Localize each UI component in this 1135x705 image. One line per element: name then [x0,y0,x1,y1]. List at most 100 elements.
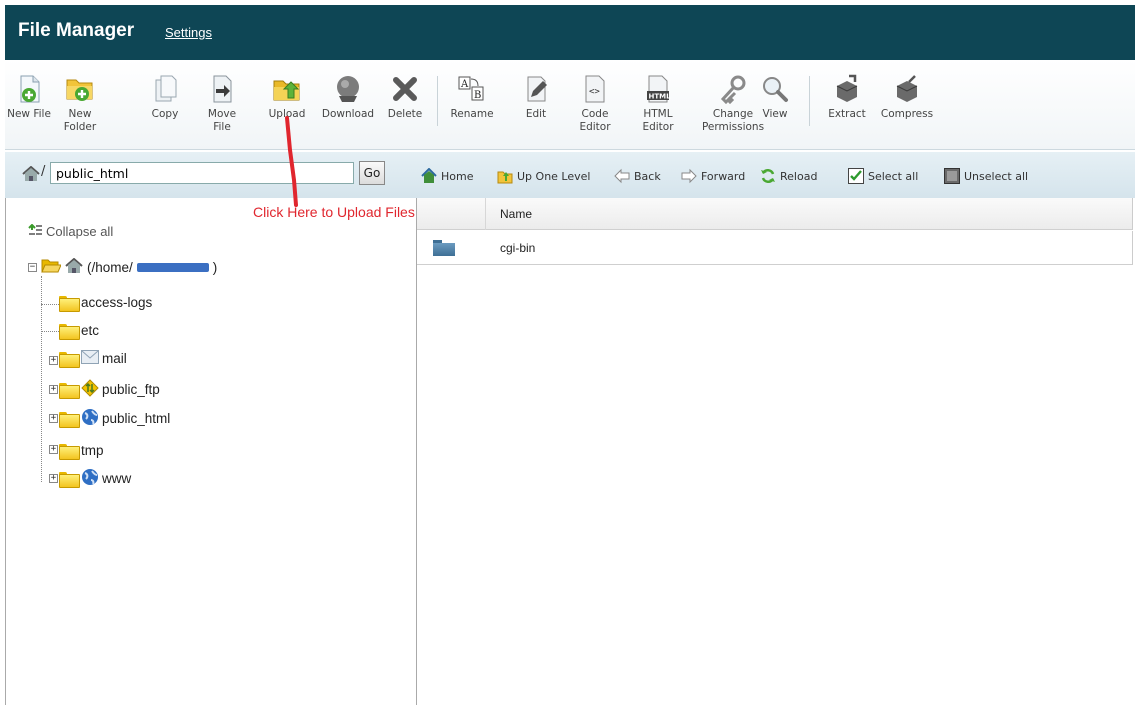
tree-item-www[interactable]: www [59,468,131,489]
open-folder-icon [41,258,62,277]
tree-connector [41,276,42,482]
forward-arrow-icon [681,168,697,184]
toolbar-separator [809,76,810,126]
file-list-header: Name [417,198,1133,230]
magnifier-icon [760,74,790,104]
edit-button[interactable]: Edit [518,74,554,121]
toolbar-separator [437,76,438,126]
folder-icon [59,295,80,312]
path-prefix: / [41,164,46,179]
svg-text:<>: <> [589,87,600,97]
download-icon [333,74,363,104]
folder-icon [59,382,80,399]
new-folder-button[interactable]: New Folder [58,74,102,134]
app-title: File Manager [18,20,135,41]
navigation-bar: Home Up One Level Back Forward Reload Se… [417,152,1135,198]
download-button[interactable]: Download [315,74,381,121]
rename-icon: AB [457,74,487,104]
toolbar: New File New Folder Copy Move File Uploa… [5,60,1135,150]
copy-button[interactable]: Copy [145,74,185,121]
ftp-icon [81,379,99,400]
redacted-username [136,263,209,272]
svg-text:A: A [460,79,469,90]
collapse-all-button[interactable]: Collapse all [28,223,113,239]
select-all-button[interactable]: Select all [848,168,918,184]
go-button[interactable]: Go [359,161,385,185]
root-path-prefix: (/home/ [87,260,133,275]
mail-icon [81,350,99,367]
new-file-icon [14,74,44,104]
delete-icon [390,74,420,104]
folder-icon [59,411,80,428]
html-editor-button[interactable]: HTML HTML Editor [635,74,681,134]
path-bar: / Go [5,152,417,198]
reload-icon [760,168,776,184]
tree-root[interactable]: (/home/) [41,257,218,277]
tree-connector [41,304,59,305]
up-one-level-button[interactable]: Up One Level [497,168,590,184]
home-button[interactable]: Home [421,167,473,184]
upload-button[interactable]: Upload [264,74,310,121]
key-icon [718,74,748,105]
move-file-button[interactable]: Move File [202,74,242,134]
unselect-all-button[interactable]: Unselect all [944,168,1028,184]
expand-toggle[interactable]: + [49,445,58,454]
name-column-header[interactable]: Name [500,207,532,221]
tree-item-etc[interactable]: etc [59,323,99,340]
home-icon [64,257,84,277]
checkbox-checked-icon [848,168,864,184]
tree-item-public-ftp[interactable]: public_ftp [59,379,160,400]
compress-button[interactable]: Compress [877,74,937,121]
up-folder-icon [497,168,513,184]
extract-button[interactable]: Extract [822,74,872,121]
forward-button[interactable]: Forward [681,168,745,184]
new-folder-icon [65,74,95,104]
tree-connector [41,331,59,332]
tree-item-tmp[interactable]: tmp [59,443,104,460]
directory-tree-panel: Collapse all − (/home/) access-logs etc … [5,198,417,705]
svg-text:HTML: HTML [649,93,672,101]
delete-button[interactable]: Delete [383,74,427,121]
view-button[interactable]: View [757,74,793,121]
tree-item-access-logs[interactable]: access-logs [59,295,152,312]
file-row[interactable]: cgi-bin [417,231,1133,265]
collapse-toggle[interactable]: − [28,263,37,272]
extract-icon [832,74,862,104]
globe-icon [81,408,99,429]
move-file-icon [207,74,237,104]
copy-icon [150,74,180,104]
tree-item-mail[interactable]: mail [59,350,127,368]
expand-toggle[interactable]: + [49,356,58,365]
file-name: cgi-bin [500,241,536,255]
folder-icon [59,323,80,340]
checkbox-unchecked-icon [944,168,960,184]
code-editor-icon: <> [580,74,610,104]
back-arrow-icon [614,168,630,184]
back-button[interactable]: Back [614,168,661,184]
path-input[interactable] [50,162,354,184]
code-editor-button[interactable]: <> Code Editor [572,74,618,134]
expand-toggle[interactable]: + [49,414,58,423]
html-editor-icon: HTML [643,74,673,104]
new-file-button[interactable]: New File [5,74,53,121]
tree-item-public-html[interactable]: public_html [59,408,170,429]
upload-icon [272,74,302,104]
compress-icon [892,74,922,104]
reload-button[interactable]: Reload [760,168,817,184]
folder-icon [59,351,80,368]
svg-text:B: B [474,90,481,101]
annotation-text: Click Here to Upload Files [253,204,415,220]
root-path-suffix: ) [212,260,218,275]
edit-icon [521,74,551,104]
top-header: File Manager Settings [5,5,1135,60]
rename-button[interactable]: AB Rename [447,74,497,121]
folder-icon [59,443,80,460]
settings-link[interactable]: Settings [165,25,212,40]
folder-icon [433,240,455,256]
home-icon [22,165,40,182]
expand-toggle[interactable]: + [49,474,58,483]
globe-icon [81,468,99,489]
expand-toggle[interactable]: + [49,385,58,394]
column-divider [485,198,486,230]
home-icon [421,167,437,184]
